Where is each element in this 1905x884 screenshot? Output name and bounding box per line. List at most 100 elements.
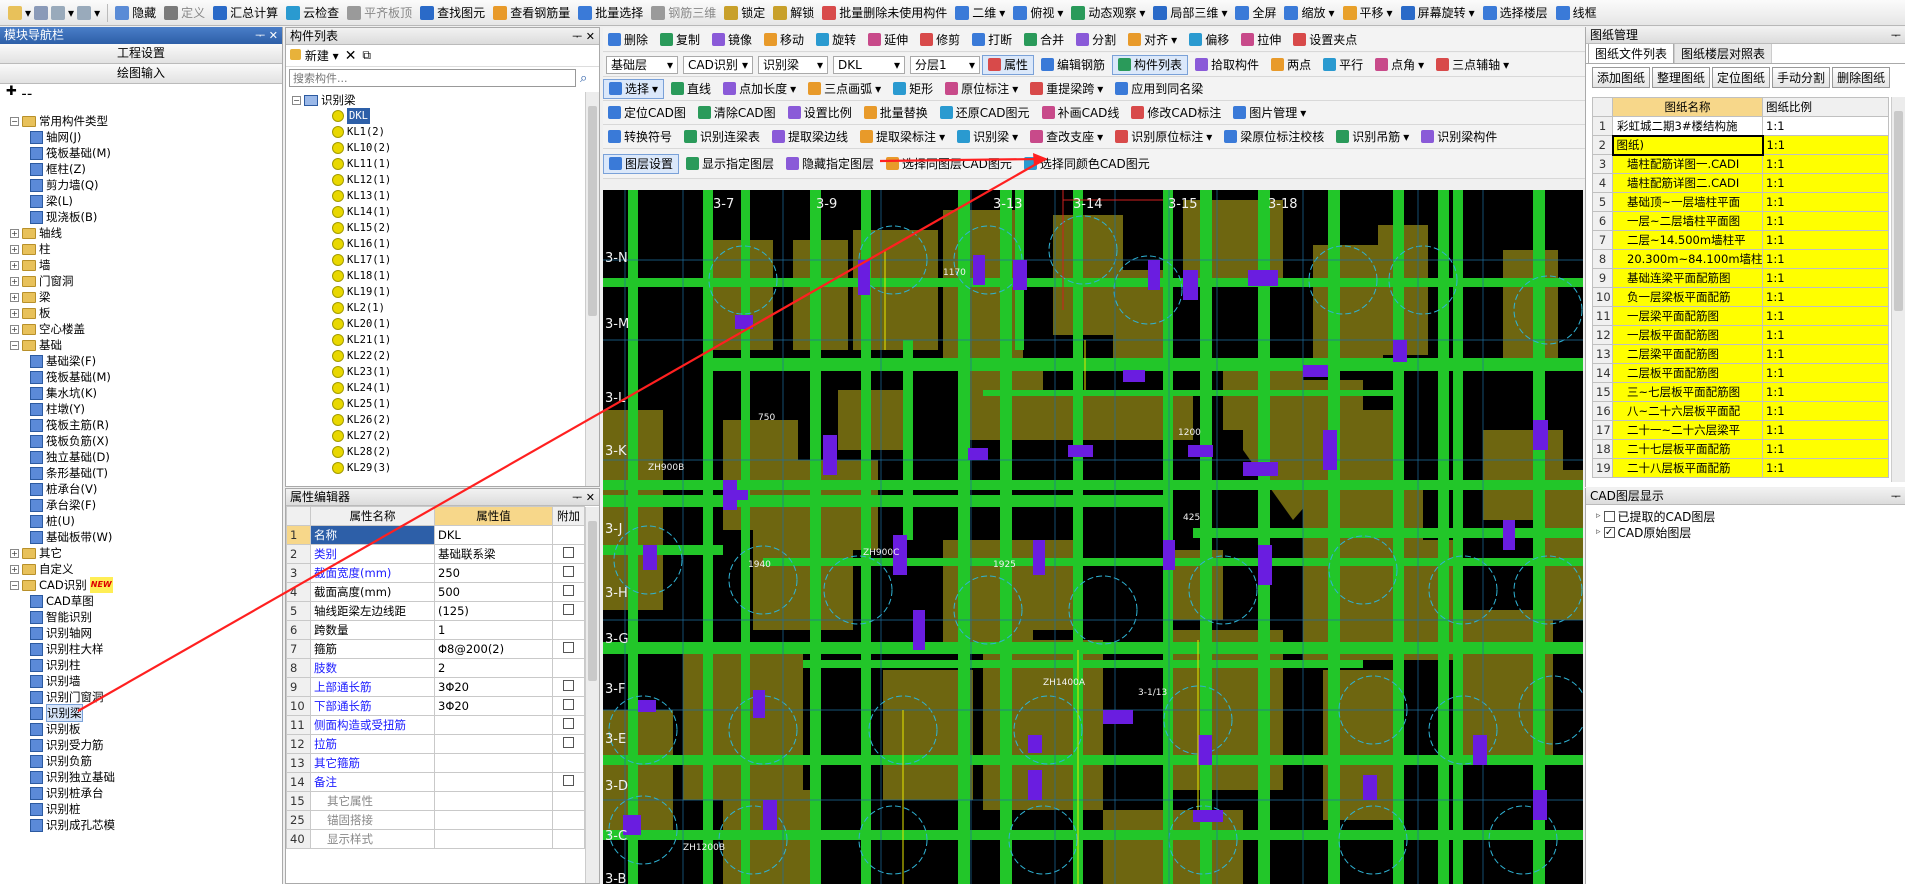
cad-btn[interactable]: 识别梁构件 — [1416, 127, 1502, 147]
expand-icon[interactable]: + — [10, 292, 19, 302]
search-icon[interactable]: ⌕ — [580, 71, 587, 86]
cad-btn[interactable]: 分割 — [1071, 30, 1121, 50]
collapse-icon[interactable]: − — [10, 340, 19, 350]
drawing-row[interactable]: 17 二十一~二十六层梁平 1:1 — [1592, 420, 1889, 440]
nav-tree-item[interactable]: 集水坑(K) — [30, 385, 97, 401]
component-item[interactable]: DKL — [332, 108, 370, 124]
cad-btn[interactable]: 三点画弧 ▾ — [803, 79, 886, 99]
cad-btn[interactable]: 还原CAD图元 — [935, 103, 1035, 123]
checkbox[interactable] — [563, 566, 574, 577]
nav-tree-item[interactable]: 桩承台(V) — [30, 481, 97, 497]
property-row[interactable]: 3 截面宽度(mm) 250 — [286, 563, 585, 583]
cad-btn[interactable]: 提取梁标注 ▾ — [855, 127, 950, 147]
component-item[interactable]: KL23(1) — [332, 364, 391, 380]
drawing-row[interactable]: 5 基础顶~一层墙柱平面 1:1 — [1592, 192, 1889, 212]
nav-tree-item[interactable]: 识别桩承台 — [30, 785, 104, 801]
cad-beam[interactable] — [1258, 190, 1270, 884]
property-row[interactable]: 11 侧面构造或受扭筋 — [286, 715, 585, 735]
undo-icon[interactable] — [51, 5, 66, 20]
cad-column[interactable] — [703, 240, 773, 350]
cad-btn[interactable]: 对齐 ▾ — [1123, 30, 1182, 50]
component-item[interactable]: KL25(1) — [332, 396, 391, 412]
cad-beam[interactable] — [1163, 190, 1173, 884]
cad-column[interactable] — [1503, 250, 1558, 360]
checkbox[interactable] — [563, 737, 574, 748]
attach-cell[interactable] — [552, 753, 585, 773]
expand-icon[interactable]: + — [10, 324, 19, 334]
cad-btn[interactable]: 三点辅轴 ▾ — [1431, 55, 1514, 75]
toolbar-btn-7[interactable]: 批量选择 — [574, 2, 647, 24]
cad-btn[interactable]: 识别吊筋 ▾ — [1331, 127, 1414, 147]
drawing-row[interactable]: 6 一层~二层墙柱平面图 1:1 — [1592, 211, 1889, 231]
component-root[interactable]: − 识别梁 — [292, 92, 356, 108]
nav-tree-item[interactable]: 识别门窗洞 — [30, 689, 104, 705]
drawing-row[interactable]: 8 20.300m~84.100m墙柱 1:1 — [1592, 249, 1889, 269]
cad-btn[interactable]: 偏移 — [1184, 30, 1234, 50]
cad-btn[interactable]: 转换符号 — [603, 127, 677, 147]
attach-cell[interactable] — [552, 525, 585, 545]
component-item[interactable]: KL17(1) — [332, 252, 391, 268]
cad-btn[interactable]: 编辑钢筋 — [1036, 55, 1110, 75]
expand-icon[interactable]: + — [10, 548, 19, 558]
property-row[interactable]: 10 下部通长筋 3Φ20 — [286, 696, 585, 716]
floor-select[interactable]: 分层1 ▾ — [910, 55, 980, 74]
cad-btn[interactable]: 识别连梁表 — [679, 127, 765, 147]
nav-tree-item[interactable]: 筏板基础(M) — [30, 145, 111, 161]
toolbar-btn-16[interactable]: 全屏 — [1231, 2, 1280, 24]
drawing-row[interactable]: 11 一层梁平面配筋图 1:1 — [1592, 306, 1889, 326]
drawing-row[interactable]: 19 二十八层板平面配筋 1:1 — [1592, 458, 1889, 478]
cad-btn[interactable]: 选择同图层CAD图元 — [881, 154, 1017, 174]
checkbox[interactable] — [563, 775, 574, 786]
nav-tree-item[interactable]: + 墙 — [10, 257, 51, 273]
attach-cell[interactable] — [552, 601, 585, 621]
drawing-row[interactable]: 15 三~七层板平面配筋图 1:1 — [1592, 382, 1889, 402]
drawing-row[interactable]: 12 一层板平面配筋图 1:1 — [1592, 325, 1889, 345]
property-value[interactable]: 500 — [434, 582, 553, 602]
drawing-btn[interactable]: 删除图纸 — [1832, 66, 1891, 88]
nav-tree-item[interactable]: 识别受力筋 — [30, 737, 104, 753]
cad-btn[interactable]: 原位标注 ▾ — [940, 79, 1023, 99]
cad-btn[interactable]: 应用到同名梁 — [1110, 79, 1208, 99]
cad-btn[interactable]: 选择 ▾ — [603, 78, 665, 99]
cad-beam[interactable] — [903, 340, 913, 540]
scrollbar[interactable] — [585, 507, 599, 883]
nav-tree-item[interactable]: + 梁 — [10, 289, 51, 305]
component-search-input[interactable] — [289, 69, 576, 87]
nav-tree-item[interactable]: + 自定义 — [10, 561, 74, 577]
cad-btn[interactable]: 删除 — [603, 30, 653, 50]
delete-icon[interactable]: ✕ — [345, 48, 357, 64]
nav-tree-item[interactable]: CAD草图 — [30, 593, 94, 609]
cad-beam[interactable] — [741, 190, 750, 884]
nav-tree-item[interactable]: 识别板 — [30, 721, 81, 737]
nav-tree-item[interactable]: 识别柱 — [30, 657, 81, 673]
cad-btn[interactable]: 识别原位标注 ▾ — [1110, 127, 1217, 147]
attach-cell[interactable] — [552, 810, 585, 830]
cad-btn[interactable]: 平行 — [1318, 55, 1368, 75]
toolbar-btn-10[interactable]: 解锁 — [769, 2, 818, 24]
nav-tree-item[interactable]: − 基础 — [10, 337, 62, 353]
floor-select[interactable]: 识别梁 ▾ — [758, 55, 828, 74]
collapse-icon[interactable]: − — [292, 95, 301, 105]
property-row[interactable]: 5 轴线距梁左边线距 (125) — [286, 601, 585, 621]
toolbar-btn-9[interactable]: 锁定 — [720, 2, 769, 24]
drawing-row[interactable]: 13 二层梁平面配筋图 1:1 — [1592, 344, 1889, 364]
cad-btn[interactable]: 隐藏指定图层 — [781, 154, 879, 174]
attach-cell[interactable] — [552, 829, 585, 849]
property-value[interactable]: 250 — [434, 563, 553, 583]
drawing-row[interactable]: 14 二层板平面配筋图 1:1 — [1592, 363, 1889, 383]
toolbar-btn-12[interactable]: 二维 ▾ — [951, 2, 1009, 24]
component-item[interactable]: KL22(2) — [332, 348, 391, 364]
cad-btn[interactable]: 图片管理 ▾ — [1228, 103, 1311, 123]
cad-beam[interactable] — [810, 190, 821, 884]
component-item[interactable]: KL21(1) — [332, 332, 391, 348]
drawing-row[interactable]: 4 墙柱配筋详图二.CADI 1:1 — [1592, 173, 1889, 193]
attach-cell[interactable] — [552, 715, 585, 735]
property-value[interactable]: 3Φ20 — [434, 696, 553, 716]
nav-tree-item[interactable]: + 门窗洞 — [10, 273, 74, 289]
cad-btn[interactable]: 打断 — [967, 30, 1017, 50]
component-item[interactable]: KL27(2) — [332, 428, 391, 444]
cad-btn[interactable]: 识别梁 ▾ — [952, 127, 1023, 147]
cad-column[interactable] — [943, 540, 1033, 650]
component-item[interactable]: KL14(1) — [332, 204, 391, 220]
toolbar-btn-5[interactable]: 查找图元 — [416, 2, 489, 24]
